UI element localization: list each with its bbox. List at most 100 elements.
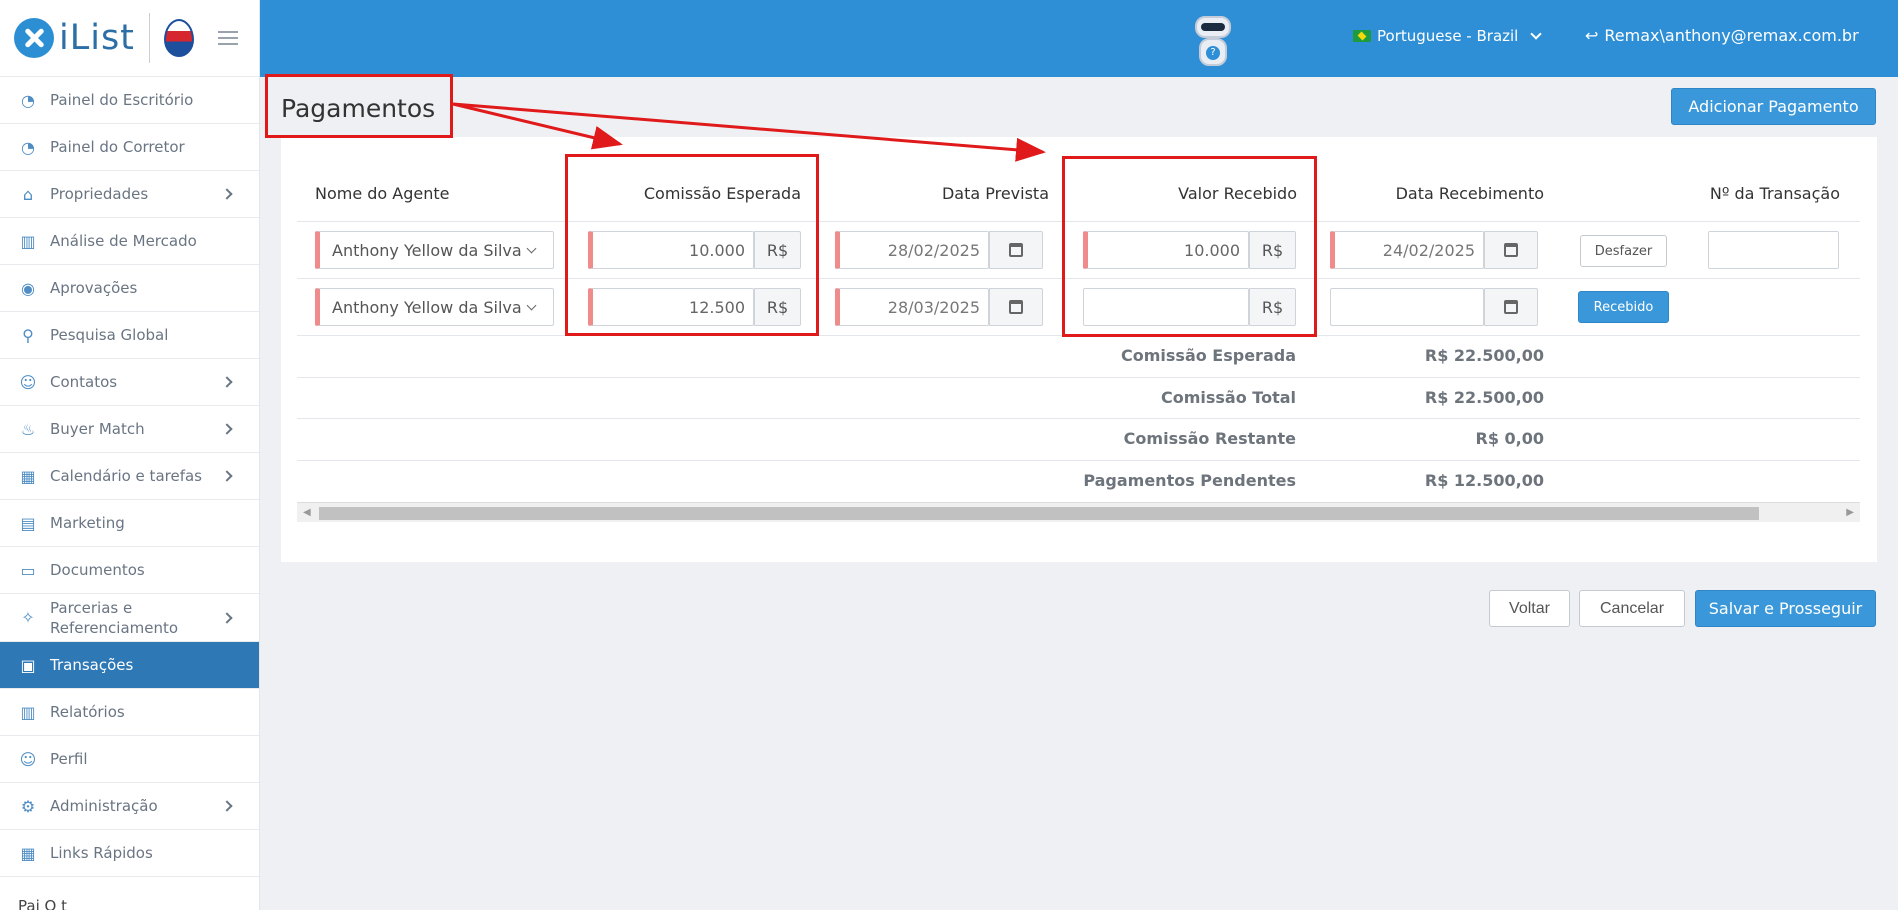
- sidebar-item-parcerias[interactable]: ✧ Parcerias e Referenciamento: [0, 594, 259, 642]
- agent-select-row-1[interactable]: Anthony Yellow da Silva: [315, 231, 554, 269]
- scroll-left-icon[interactable]: ◀: [303, 507, 311, 518]
- agent-select-row-2[interactable]: Anthony Yellow da Silva: [315, 288, 554, 326]
- sidebar-item-pesquisa-global[interactable]: ⚲ Pesquisa Global: [0, 312, 259, 359]
- sidebar-item-contatos[interactable]: ☺ Contatos: [0, 359, 259, 406]
- currency-addon: R$: [1249, 231, 1296, 269]
- received-button[interactable]: Recebido: [1578, 291, 1669, 323]
- summary-value: R$ 22.500,00: [1424, 346, 1544, 365]
- gauge-icon: ◔: [21, 90, 35, 110]
- sidebar-item-administracao[interactable]: ⚙ Administração: [0, 783, 259, 830]
- currency-addon: R$: [754, 288, 801, 326]
- bar-chart-icon: ▥: [20, 702, 36, 722]
- summary-label: Pagamentos Pendentes: [1083, 471, 1296, 490]
- calendar-button[interactable]: [989, 231, 1043, 269]
- chevron-down-icon: [526, 243, 537, 254]
- sidebar-item-analise-mercado[interactable]: ▥ Análise de Mercado: [0, 218, 259, 265]
- chevron-down-icon: [526, 300, 537, 311]
- calendar-icon: [1009, 300, 1023, 314]
- sidebar-item-painel-escritorio[interactable]: ◔ Painel do Escritório: [0, 77, 259, 124]
- page-title: Pagamentos: [281, 94, 436, 123]
- expected-commission-input-row-1[interactable]: 10.000: [588, 231, 754, 269]
- sidebar-cut-off-text: Pai O t: [18, 897, 67, 910]
- cancel-button[interactable]: Cancelar: [1579, 590, 1685, 627]
- currency-addon: R$: [1249, 288, 1296, 326]
- back-button[interactable]: Voltar: [1489, 590, 1570, 627]
- bar-chart-icon: ▥: [20, 231, 36, 251]
- sidebar-item-links-rapidos[interactable]: ▦ Links Rápidos: [0, 830, 259, 877]
- sidebar-item-transacoes[interactable]: ▣ Transações: [0, 642, 259, 689]
- sidebar-item-marketing[interactable]: ▤ Marketing: [0, 500, 259, 547]
- sidebar-item-calendario[interactable]: ▦ Calendário e tarefas: [0, 453, 259, 500]
- chevron-right-icon: [221, 188, 233, 200]
- summary-value: R$ 0,00: [1475, 429, 1545, 448]
- received-date-input-row-2[interactable]: [1330, 288, 1484, 326]
- sidebar-item-buyer-match[interactable]: ♨ Buyer Match: [0, 406, 259, 453]
- calendar-button[interactable]: [1484, 231, 1538, 269]
- agent-select-value: Anthony Yellow da Silva: [332, 240, 522, 260]
- help-robot-icon[interactable]: ?: [1185, 10, 1241, 70]
- sidebar-item-label: Pesquisa Global: [50, 326, 169, 344]
- scroll-thumb[interactable]: [319, 507, 1759, 520]
- header-received-value: Valor Recebido: [1178, 184, 1297, 203]
- sidebar-item-label: Documentos: [50, 561, 145, 579]
- save-continue-button[interactable]: Salvar e Prosseguir: [1695, 590, 1876, 627]
- undo-button[interactable]: Desfazer: [1580, 235, 1667, 267]
- gauge-icon: ◔: [21, 137, 35, 157]
- chevron-right-icon: [221, 376, 233, 388]
- agent-select-value: Anthony Yellow da Silva: [332, 297, 522, 317]
- row-divider: [297, 377, 1860, 378]
- sidebar: iList ◔ Painel do Escritório ◔ Painel do C…: [0, 0, 260, 910]
- search-icon: ⚲: [22, 325, 34, 345]
- language-selector[interactable]: Portuguese - Brazil: [1353, 27, 1543, 45]
- calendar-icon: [1504, 243, 1518, 257]
- sidebar-item-label: Administração: [50, 797, 158, 815]
- sidebar-item-label: Painel do Escritório: [50, 91, 194, 109]
- book-icon: ▤: [20, 513, 36, 533]
- row-divider: [297, 418, 1860, 419]
- scroll-right-icon[interactable]: ▶: [1846, 507, 1854, 518]
- sidebar-item-propriedades[interactable]: ⌂ Propriedades: [0, 171, 259, 218]
- calendar-icon: [1504, 300, 1518, 314]
- sidebar-item-label: Buyer Match: [50, 420, 145, 438]
- language-label: Portuguese - Brazil: [1377, 27, 1519, 45]
- add-payment-button[interactable]: Adicionar Pagamento: [1671, 88, 1876, 125]
- calendar-button[interactable]: [989, 288, 1043, 326]
- building-icon: ▦: [20, 843, 36, 863]
- expected-commission-input-row-2[interactable]: 12.500: [588, 288, 754, 326]
- sidebar-item-label: Perfil: [50, 750, 88, 768]
- transaction-number-input-row-1[interactable]: [1708, 231, 1839, 269]
- received-value-input-row-1[interactable]: 10.000: [1083, 231, 1249, 269]
- sidebar-nav: ◔ Painel do Escritório ◔ Painel do Correto…: [0, 77, 259, 877]
- topbar: ? Portuguese - Brazil ↩ Remax\anthony@re…: [260, 0, 1898, 77]
- calendar-icon: ▦: [20, 466, 36, 486]
- sidebar-item-aprovacoes[interactable]: ◉ Aprovações: [0, 265, 259, 312]
- sidebar-item-label: Painel do Corretor: [50, 138, 185, 156]
- header-transaction-number: Nº da Transação: [1709, 184, 1840, 203]
- contacts-icon: ☺: [19, 372, 37, 392]
- calendar-button[interactable]: [1484, 288, 1538, 326]
- sidebar-item-label: Relatórios: [50, 703, 125, 721]
- sidebar-item-label: Calendário e tarefas: [50, 467, 202, 485]
- row-divider: [297, 221, 1860, 222]
- reply-icon: ↩: [1585, 26, 1599, 45]
- chevron-right-icon: [221, 470, 233, 482]
- received-value-input-row-2[interactable]: [1083, 288, 1249, 326]
- sidebar-item-perfil[interactable]: ☺ Perfil: [0, 736, 259, 783]
- sidebar-item-painel-corretor[interactable]: ◔ Painel do Corretor: [0, 124, 259, 171]
- due-date-input-row-2[interactable]: 28/03/2025: [835, 288, 989, 326]
- brand-divider: [148, 13, 150, 63]
- summary-label: Comissão Esperada: [1121, 346, 1296, 365]
- sidebar-item-label: Parcerias e Referenciamento: [50, 598, 179, 637]
- home-icon: ⌂: [22, 184, 34, 204]
- received-date-input-row-1[interactable]: 24/02/2025: [1330, 231, 1484, 269]
- summary-value: R$ 22.500,00: [1424, 388, 1544, 407]
- horizontal-scrollbar[interactable]: ◀ ▶: [297, 502, 1860, 522]
- sidebar-item-documentos[interactable]: ▭ Documentos: [0, 547, 259, 594]
- user-menu[interactable]: ↩ Remax\anthony@remax.com.br: [1585, 26, 1859, 45]
- header-received-date: Data Recebimento: [1395, 184, 1544, 203]
- header-expected-commission: Comissão Esperada: [643, 184, 801, 203]
- chevron-right-icon: [221, 423, 233, 435]
- due-date-input-row-1[interactable]: 28/02/2025: [835, 231, 989, 269]
- sidebar-item-relatorios[interactable]: ▥ Relatórios: [0, 689, 259, 736]
- hamburger-menu-icon[interactable]: [217, 27, 238, 49]
